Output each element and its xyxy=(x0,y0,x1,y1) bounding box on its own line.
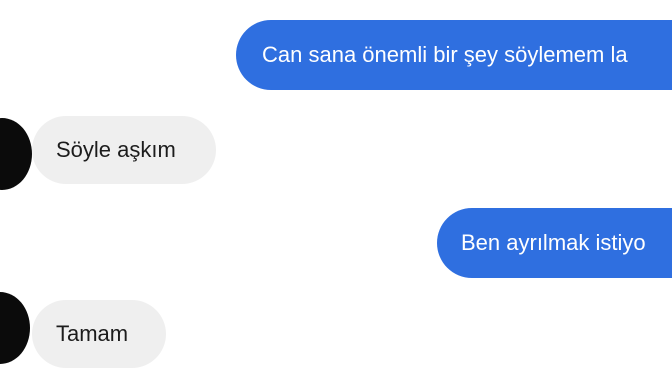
message-text: Tamam xyxy=(56,321,129,346)
message-text: Can sana önemli bir şey söylemem la xyxy=(262,42,628,67)
message-text: Ben ayrılmak istiyo xyxy=(461,230,646,255)
outgoing-message-bubble[interactable]: Ben ayrılmak istiyo xyxy=(437,208,672,278)
contact-avatar[interactable] xyxy=(0,118,32,190)
message-text: Söyle aşkım xyxy=(56,137,176,162)
incoming-message-bubble[interactable]: Söyle aşkım xyxy=(32,116,216,184)
chat-thread: Can sana önemli bir şey söylemem la Söyl… xyxy=(0,0,672,378)
contact-avatar[interactable] xyxy=(0,292,30,364)
outgoing-message-bubble[interactable]: Can sana önemli bir şey söylemem la xyxy=(236,20,672,90)
incoming-message-bubble[interactable]: Tamam xyxy=(32,300,166,368)
